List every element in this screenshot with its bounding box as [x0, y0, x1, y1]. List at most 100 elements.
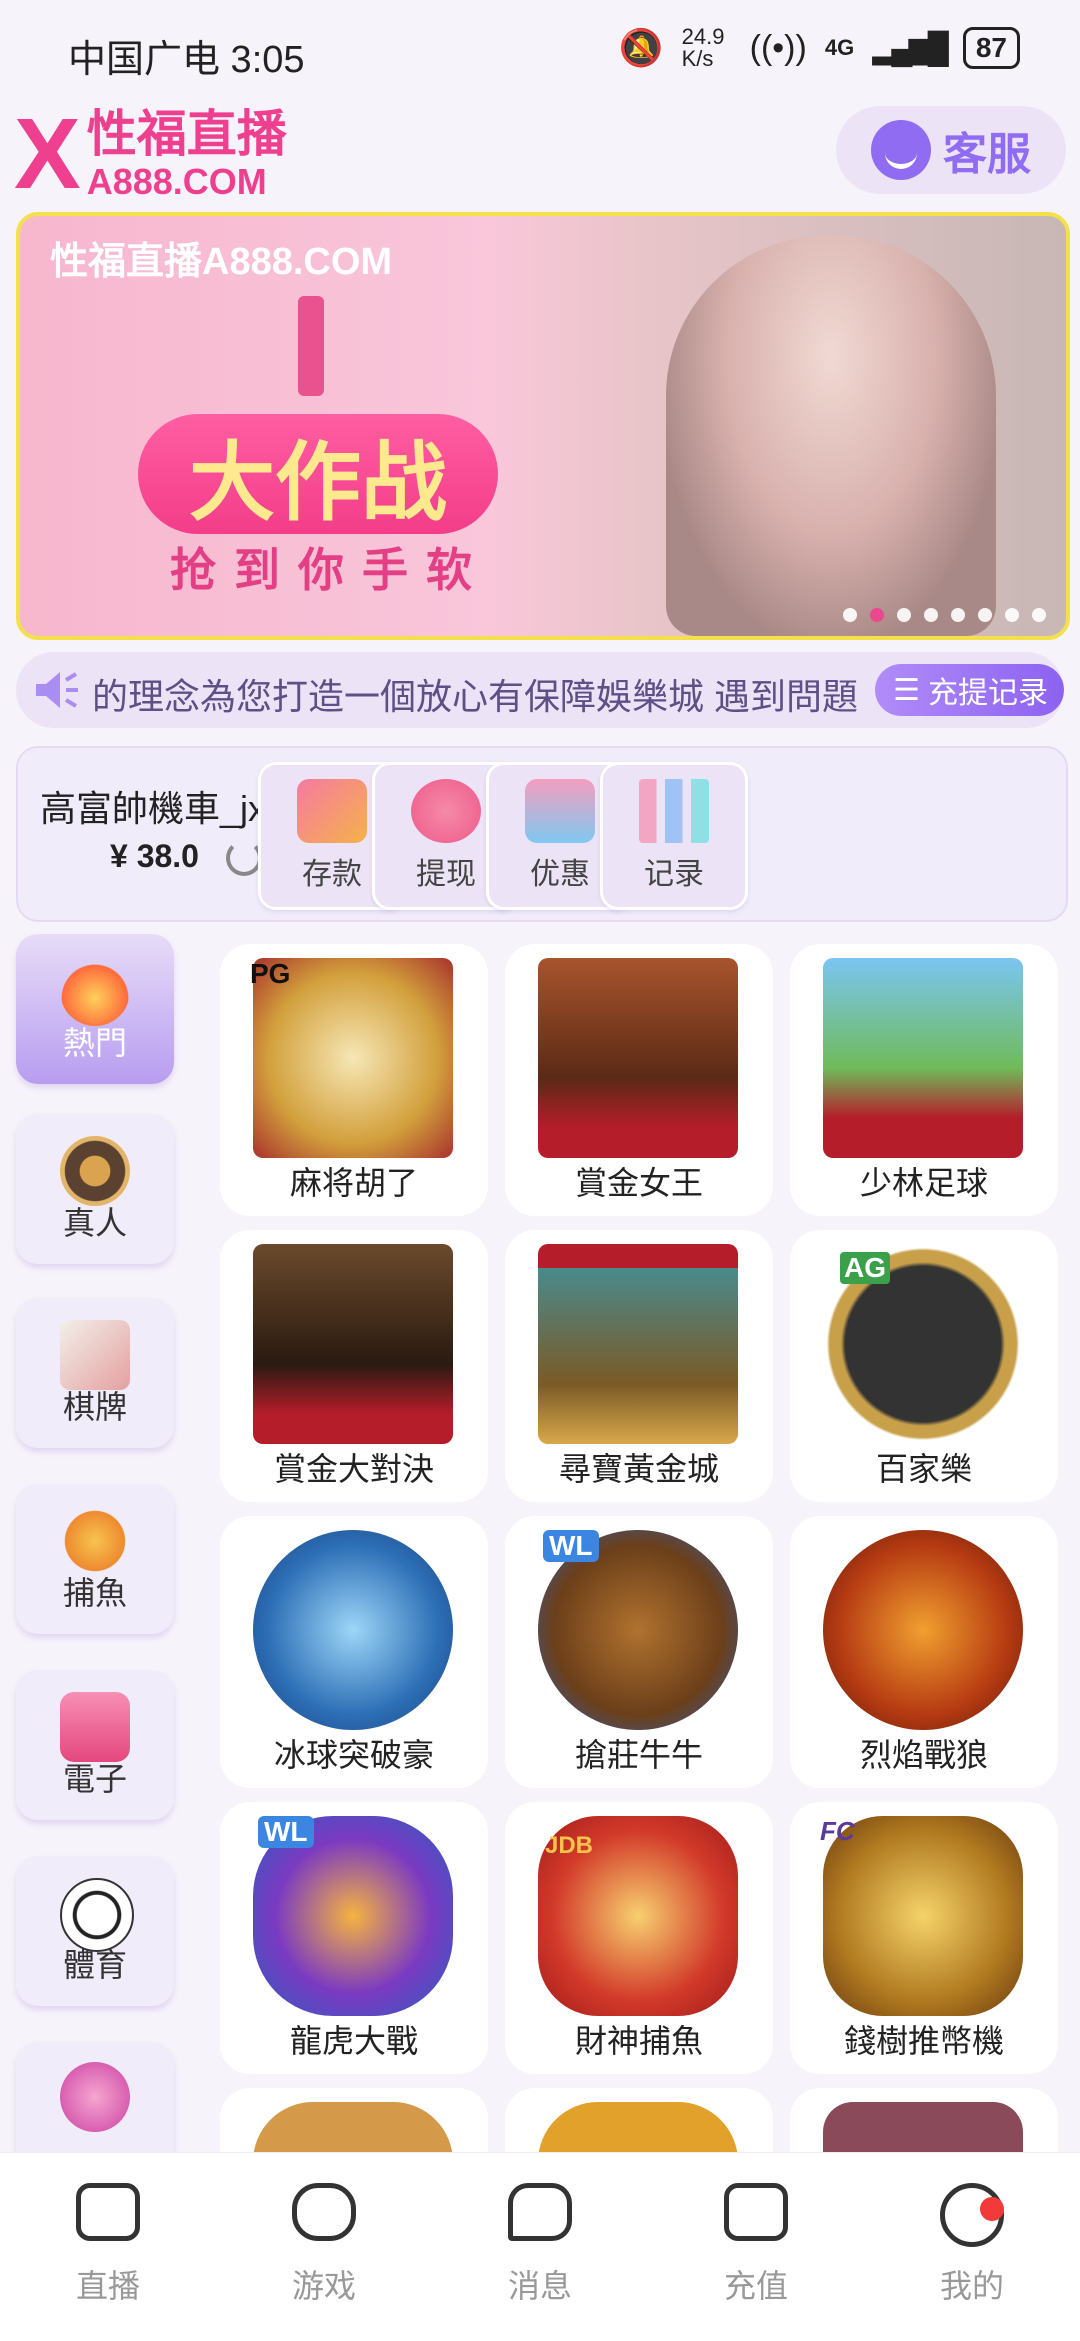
customer-service-button[interactable]: 客服 — [836, 106, 1066, 194]
game-thumbnail — [823, 1530, 1023, 1730]
headset-icon — [871, 120, 931, 180]
game-card[interactable]: 賞金大對決 — [220, 1230, 488, 1502]
game-name: 百家樂 — [875, 1451, 972, 1487]
card-icon — [60, 1320, 130, 1390]
pagination-dot[interactable] — [1032, 608, 1046, 622]
provider-badge: AG — [840, 1252, 890, 1284]
banner-headline-pill: 大作战 — [138, 414, 498, 534]
flame-icon — [60, 956, 130, 1026]
logo-cn: 性福直播 — [86, 106, 287, 162]
pagination-dot[interactable] — [978, 608, 992, 622]
speaker-icon — [36, 672, 78, 708]
refresh-balance-icon[interactable] — [226, 840, 262, 876]
game-card[interactable]: 少林足球 — [790, 944, 1058, 1216]
category-hot[interactable]: 熱門 — [16, 934, 174, 1084]
tab-recharge[interactable]: 充值 — [676, 2183, 836, 2323]
game-card[interactable]: 烈焰戰狼 — [790, 1516, 1058, 1788]
category-slots[interactable]: 電子 — [16, 1670, 174, 1820]
card-icon — [297, 779, 367, 843]
tab-profile[interactable]: 我的 — [892, 2183, 1052, 2323]
record-button-label: 充提记录 — [928, 677, 1048, 710]
account-panel: 高富帥機車_jxrclg ¥ 38.0 存款 提现 优惠 记录 — [16, 746, 1068, 922]
banner-headline: 大作战 — [189, 434, 447, 531]
game-card[interactable]: WL 搶莊牛牛 — [505, 1516, 773, 1788]
banner-pagination[interactable] — [843, 608, 1046, 622]
category-lottery[interactable] — [16, 2042, 174, 2152]
money-bag-icon — [411, 779, 481, 843]
category-cards[interactable]: 棋牌 — [16, 1298, 174, 1448]
notification-dot — [980, 2197, 1004, 2221]
tab-label: 充值 — [723, 2268, 788, 2304]
game-name: 賞金女王 — [574, 1165, 703, 1201]
promo-banner[interactable]: 性福直播A888.COM 大作战 抢到你手软 — [16, 212, 1070, 640]
game-card[interactable]: WL 龍虎大戰 — [220, 1802, 488, 2074]
banner-subline: 抢到你手软 — [170, 544, 490, 596]
pagination-dot[interactable] — [924, 608, 938, 622]
records-button[interactable]: 记录 — [600, 762, 748, 910]
app-logo: X 性福直播 A888.COM — [14, 104, 287, 204]
signal-label: 4G — [824, 35, 855, 60]
game-name: 賞金大對決 — [273, 1451, 434, 1487]
category-live[interactable]: 真人 — [16, 1114, 174, 1264]
pagination-dot[interactable] — [897, 608, 911, 622]
game-card-partial[interactable] — [505, 2088, 773, 2152]
category-label: 熱門 — [62, 1025, 127, 1061]
tab-messages[interactable]: 消息 — [460, 2183, 620, 2323]
provider-badge: PG — [250, 958, 291, 989]
provider-badge: WL — [258, 1816, 314, 1848]
game-name: 尋寶黃金城 — [558, 1451, 719, 1487]
game-thumbnail — [538, 958, 738, 1158]
records-label: 记录 — [644, 858, 704, 891]
logo-x-mark: X — [14, 98, 81, 210]
carrier-time: 中国广电 3:05 — [68, 39, 305, 81]
tab-games[interactable]: 游戏 — [244, 2183, 404, 2323]
tab-label: 我的 — [939, 2268, 1004, 2304]
status-bar: 中国广电 3:05 🔕 24.9 K/s ((•)) 4G ▂▄▆█ 87 — [0, 0, 1080, 100]
pagination-dot[interactable] — [951, 608, 965, 622]
game-card-partial[interactable] — [220, 2088, 488, 2152]
status-icons: 🔕 24.9 K/s ((•)) 4G ▂▄▆█ 87 — [619, 26, 1020, 70]
game-card[interactable]: 尋寶黃金城 — [505, 1230, 773, 1502]
notice-marquee: 的理念為您打造一個放心有保障娛樂城 遇到問題 ☰ 充提记录 — [16, 652, 1064, 728]
lottery-icon — [60, 2062, 130, 2132]
category-fishing[interactable]: 捕魚 — [16, 1484, 174, 1634]
fish-icon — [60, 1506, 130, 1576]
game-name: 麻将胡了 — [289, 1165, 418, 1201]
banner-ribbon — [298, 296, 324, 396]
chip-icon — [60, 1136, 130, 1206]
category-label: 電子 — [62, 1761, 127, 1797]
notice-text: 的理念為您打造一個放心有保障娛樂城 遇到問題 — [92, 676, 859, 717]
game-card[interactable]: AG 百家樂 — [790, 1230, 1058, 1502]
game-thumbnail — [253, 1244, 453, 1444]
deposit-withdraw-record-button[interactable]: ☰ 充提记录 — [875, 664, 1064, 716]
game-name: 財神捕魚 — [574, 2023, 703, 2059]
wifi-icon: ((•)) — [749, 28, 807, 67]
slot-icon — [60, 1692, 130, 1762]
game-name: 龍虎大戰 — [289, 2023, 418, 2059]
pagination-dot-active[interactable] — [870, 608, 884, 622]
gamepad-icon — [292, 2183, 356, 2241]
mute-icon: 🔕 — [618, 27, 664, 68]
tab-live[interactable]: 直播 — [28, 2183, 188, 2323]
game-card[interactable]: JDB 財神捕魚 — [505, 1802, 773, 2074]
tab-label: 消息 — [507, 2268, 572, 2304]
game-thumbnail — [823, 958, 1023, 1158]
chat-icon — [508, 2183, 572, 2241]
logo-en: A888.COM — [86, 161, 267, 202]
provider-badge: JDB — [545, 1832, 594, 1859]
game-card[interactable]: FC 錢樹推幣機 — [790, 1802, 1058, 2074]
bottom-tab-bar: 直播 游戏 消息 充值 我的 — [0, 2152, 1080, 2341]
game-card[interactable]: 賞金女王 — [505, 944, 773, 1216]
game-card[interactable]: PG 麻将胡了 — [220, 944, 488, 1216]
game-card-partial[interactable] — [790, 2088, 1058, 2152]
pagination-dot[interactable] — [1005, 608, 1019, 622]
camera-icon — [76, 2183, 140, 2241]
balance: ¥ 38.0 — [110, 838, 199, 874]
battery-indicator: 87 — [962, 27, 1020, 69]
game-card[interactable]: 冰球突破豪 — [220, 1516, 488, 1788]
game-thumbnail — [253, 2102, 453, 2152]
pagination-dot[interactable] — [843, 608, 857, 622]
category-label: 體育 — [62, 1947, 127, 1983]
category-label: 棋牌 — [62, 1389, 127, 1425]
category-sports[interactable]: 體育 — [16, 1856, 174, 2006]
